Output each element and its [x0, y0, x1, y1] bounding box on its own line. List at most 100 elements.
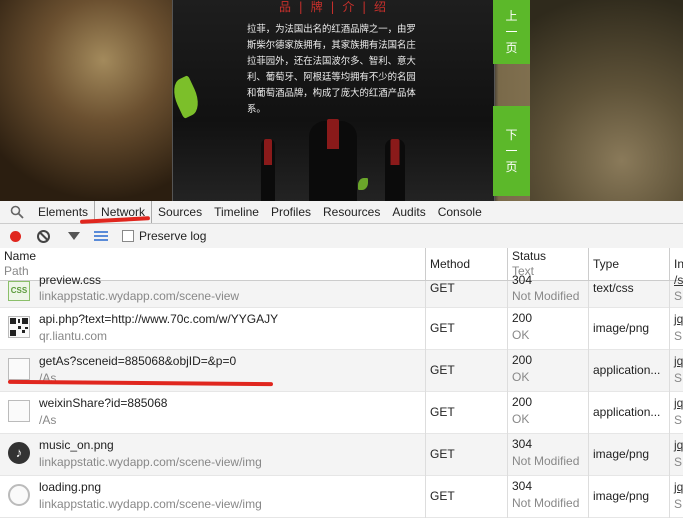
request-status-text: OK [512, 412, 530, 426]
css-file-icon: CSS [8, 281, 30, 301]
network-controls: Preserve log [0, 224, 683, 249]
header-initiator[interactable]: In [674, 257, 683, 271]
request-type: application... [593, 363, 661, 377]
card-description: 拉菲，为法国出名的红酒品牌之一，由罗斯柴尔德家族拥有，其家族拥有法国名庄拉菲园外… [247, 24, 416, 115]
background-blur-left [0, 0, 172, 201]
request-status: 200 [512, 395, 533, 409]
header-method[interactable]: Method [430, 257, 470, 271]
request-type: image/png [593, 489, 650, 503]
next-page-button[interactable]: 下 一 页 [493, 106, 530, 196]
request-initiator-sub: S [674, 371, 683, 385]
tab-sources[interactable]: Sources [152, 201, 208, 223]
request-path: /As [39, 413, 57, 427]
preserve-log-label: Preserve log [139, 229, 207, 243]
tab-timeline[interactable]: Timeline [208, 201, 265, 223]
request-name: weixinShare?id=885068 [39, 396, 168, 410]
page-preview: 品 | 牌 | 介 | 绍 拉菲，为法国出名的红酒品牌之一，由罗斯柴尔德家族拥有… [0, 0, 683, 201]
request-type: text/css [593, 281, 634, 295]
prev-label-2: 一 [505, 25, 518, 39]
tab-profiles[interactable]: Profiles [265, 201, 317, 223]
request-status: 200 [512, 311, 533, 325]
column-divider [669, 281, 670, 518]
request-initiator-sub: S [674, 455, 683, 469]
music-note-icon: ♪ [8, 442, 30, 464]
request-path: qr.liantu.com [39, 329, 108, 343]
request-initiator-sub: S [674, 329, 683, 343]
request-type: image/png [593, 447, 650, 461]
table-row[interactable]: ♪ music_on.png linkappstatic.wydapp.com/… [0, 434, 683, 476]
network-table-header: Name Path Method Status Text Type In [0, 248, 683, 281]
next-label-3: 页 [505, 160, 518, 174]
request-name: loading.png [39, 480, 102, 494]
request-status: 304 [512, 273, 533, 287]
request-initiator-sub: S [674, 497, 683, 511]
request-status-text: Not Modified [512, 289, 580, 303]
blank-file-icon [8, 400, 30, 422]
table-row[interactable]: getAs?sceneid=885068&objID=&p=0 /As GET … [0, 350, 683, 392]
network-request-list: CSS preview.css linkappstatic.wydapp.com… [0, 273, 683, 518]
table-row[interactable]: api.php?text=http://www.70c.com/w/YYGAJY… [0, 308, 683, 350]
request-initiator[interactable]: jq [674, 354, 683, 368]
request-path: linkappstatic.wydapp.com/scene-view/img [39, 497, 262, 511]
request-method: GET [430, 489, 455, 503]
tab-console[interactable]: Console [432, 201, 488, 223]
request-initiator-sub: S [674, 289, 683, 303]
search-icon[interactable] [10, 205, 24, 219]
request-path: linkappstatic.wydapp.com/scene-view/img [39, 455, 262, 469]
prev-label-1: 上 [505, 9, 518, 23]
wine-bottle-center [309, 119, 357, 201]
wine-bottle-left [261, 139, 275, 201]
column-divider [507, 281, 508, 518]
request-initiator[interactable]: /s [674, 273, 683, 287]
request-status-text: Not Modified [512, 454, 580, 468]
prev-page-button[interactable]: 上 一 页 [493, 0, 530, 64]
request-status-text: OK [512, 328, 530, 342]
tab-audits[interactable]: Audits [386, 201, 431, 223]
clear-icon[interactable] [37, 229, 50, 243]
preserve-log-checkbox[interactable] [122, 230, 134, 242]
request-name: getAs?sceneid=885068&objID=&p=0 [39, 354, 237, 368]
request-method: GET [430, 281, 455, 295]
tab-resources[interactable]: Resources [317, 201, 386, 223]
wine-bottle-right [385, 139, 405, 201]
column-divider [425, 248, 426, 280]
request-initiator-sub: S [674, 413, 683, 427]
request-type: application... [593, 405, 661, 419]
filter-icon[interactable] [68, 232, 80, 240]
request-name: api.php?text=http://www.70c.com/w/YYGAJY [39, 312, 279, 326]
request-type: image/png [593, 321, 650, 335]
next-label-2: 一 [505, 144, 518, 158]
background-blur-right [530, 0, 683, 201]
blank-file-icon [8, 358, 30, 380]
qr-code-icon [8, 316, 30, 338]
request-name: preview.css [39, 273, 102, 287]
request-method: GET [430, 405, 455, 419]
header-status[interactable]: Status [512, 249, 546, 263]
request-initiator[interactable]: jq [674, 396, 683, 410]
request-method: GET [430, 363, 455, 377]
header-type[interactable]: Type [593, 257, 619, 271]
table-row[interactable]: CSS preview.css linkappstatic.wydapp.com… [0, 273, 683, 308]
prev-label-3: 页 [505, 41, 518, 55]
header-name[interactable]: Name [4, 249, 36, 263]
list-view-icon[interactable] [94, 231, 108, 241]
next-label-1: 下 [505, 128, 518, 142]
request-name: music_on.png [39, 438, 114, 452]
request-status-text: OK [512, 370, 530, 384]
column-divider [669, 248, 670, 280]
column-divider [588, 248, 589, 280]
request-status: 304 [512, 479, 533, 493]
request-status: 304 [512, 437, 533, 451]
record-icon[interactable] [10, 230, 21, 242]
request-status: 200 [512, 353, 533, 367]
request-initiator[interactable]: jq [674, 438, 683, 452]
header-path: Path [4, 264, 29, 278]
table-row[interactable]: weixinShare?id=885068 /As GET 200 OK app… [0, 392, 683, 434]
card-title: 品 | 牌 | 介 | 绍 [278, 0, 389, 14]
request-method: GET [430, 447, 455, 461]
request-initiator[interactable]: jq [674, 480, 683, 494]
column-divider [425, 281, 426, 518]
request-initiator[interactable]: jq [674, 312, 683, 326]
request-method: GET [430, 321, 455, 335]
table-row[interactable]: loading.png linkappstatic.wydapp.com/sce… [0, 476, 683, 518]
